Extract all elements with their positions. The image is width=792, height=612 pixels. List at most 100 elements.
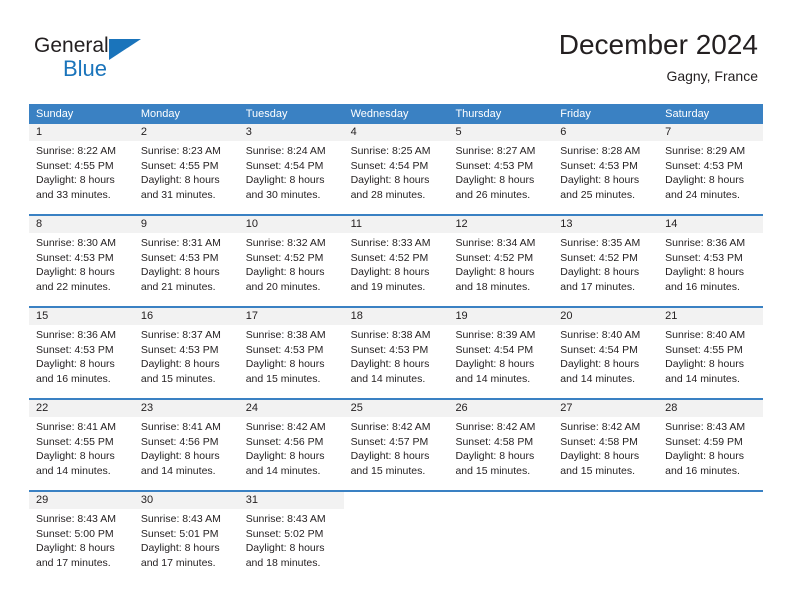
- calendar-day-cell[interactable]: 5 Sunrise: 8:27 AM Sunset: 4:53 PM Daylight…: [448, 124, 554, 207]
- sunset-time: Sunset: 4:57 PM: [350, 435, 429, 448]
- calendar-day-cell-empty: [448, 492, 554, 575]
- daylight-duration-line2: and 18 minutes.: [455, 280, 531, 293]
- day-number: 23: [140, 402, 154, 414]
- day-details: Sunrise: 8:23 AM Sunset: 4:55 PM Daylight:…: [134, 141, 239, 202]
- day-number-bar: 14: [658, 216, 764, 233]
- day-number: 25: [350, 402, 363, 414]
- daylight-duration-line2: and 15 minutes.: [140, 372, 216, 385]
- day-details: Sunrise: 8:36 AM Sunset: 4:53 PM Daylight:…: [658, 233, 763, 294]
- calendar-day-cell[interactable]: 14 Sunrise: 8:36 AM Sunset: 4:53 PM Dayligh…: [658, 216, 764, 299]
- day-number: 9: [140, 218, 147, 230]
- sunset-time: Sunset: 4:53 PM: [140, 343, 219, 356]
- day-number-bar: 25: [343, 400, 449, 417]
- daylight-duration-line2: and 15 minutes.: [455, 464, 531, 477]
- sunrise-time: Sunrise: 8:23 AM: [140, 145, 221, 157]
- calendar-day-cell[interactable]: 18 Sunrise: 8:38 AM Sunset: 4:53 PM Dayligh…: [343, 308, 449, 391]
- day-number-bar: 29: [29, 492, 134, 509]
- sunset-time: Sunset: 4:53 PM: [665, 159, 743, 172]
- daylight-duration-line2: and 14 minutes.: [455, 372, 531, 385]
- calendar-day-cell[interactable]: 7 Sunrise: 8:29 AM Sunset: 4:53 PM Daylight…: [658, 124, 764, 207]
- calendar-day-cell[interactable]: 19 Sunrise: 8:39 AM Sunset: 4:54 PM Dayligh…: [448, 308, 554, 391]
- daylight-duration-line1: Daylight: 8 hours: [350, 358, 430, 370]
- day-number-bar: 26: [448, 400, 554, 417]
- title-block: December 2024 Gagny, France: [559, 28, 758, 86]
- calendar-day-cell[interactable]: 2 Sunrise: 8:23 AM Sunset: 4:55 PM Daylight…: [133, 124, 239, 207]
- day-number-bar: 19: [448, 308, 554, 325]
- calendar-day-cell[interactable]: 12 Sunrise: 8:34 AM Sunset: 4:52 PM Dayligh…: [448, 216, 554, 299]
- calendar-day-cell[interactable]: 1 Sunrise: 8:22 AM Sunset: 4:55 PM Daylight…: [29, 124, 134, 207]
- day-number-bar: 15: [29, 308, 134, 325]
- sunset-time: Sunset: 5:02 PM: [245, 527, 324, 540]
- daylight-duration-line2: and 17 minutes.: [560, 280, 636, 293]
- calendar-day-cell[interactable]: 13 Sunrise: 8:35 AM Sunset: 4:52 PM Dayligh…: [553, 216, 659, 299]
- calendar-day-cell[interactable]: 23 Sunrise: 8:41 AM Sunset: 4:56 PM Dayligh…: [133, 400, 239, 483]
- daylight-duration-line2: and 19 minutes.: [350, 280, 426, 293]
- day-number: 14: [665, 218, 678, 230]
- calendar-day-cell[interactable]: 21 Sunrise: 8:40 AM Sunset: 4:55 PM Dayligh…: [658, 308, 764, 391]
- calendar-day-cell[interactable]: 16 Sunrise: 8:37 AM Sunset: 4:53 PM Dayligh…: [133, 308, 239, 391]
- daylight-duration-line2: and 15 minutes.: [245, 372, 321, 385]
- calendar-day-cell[interactable]: 30 Sunrise: 8:43 AM Sunset: 5:01 PM Dayligh…: [133, 492, 239, 575]
- calendar-day-cell[interactable]: 22 Sunrise: 8:41 AM Sunset: 4:55 PM Dayligh…: [29, 400, 134, 483]
- calendar-day-cell[interactable]: 17 Sunrise: 8:38 AM Sunset: 4:53 PM Dayligh…: [238, 308, 344, 391]
- sunrise-time: Sunrise: 8:30 AM: [36, 237, 116, 249]
- calendar-day-cell[interactable]: 28 Sunrise: 8:43 AM Sunset: 4:59 PM Dayligh…: [658, 400, 764, 483]
- sunrise-time: Sunrise: 8:28 AM: [560, 145, 641, 157]
- sunset-time: Sunset: 4:59 PM: [665, 435, 743, 448]
- calendar-day-cell[interactable]: 31 Sunrise: 8:43 AM Sunset: 5:02 PM Dayligh…: [238, 492, 344, 575]
- brand-logo[interactable]: General Blue: [34, 34, 244, 92]
- daylight-duration-line2: and 14 minutes.: [36, 464, 111, 477]
- sunrise-time: Sunrise: 8:42 AM: [245, 421, 326, 433]
- daylight-duration-line1: Daylight: 8 hours: [350, 174, 430, 186]
- day-details: Sunrise: 8:28 AM Sunset: 4:53 PM Daylight:…: [553, 141, 658, 202]
- calendar-day-cell[interactable]: 6 Sunrise: 8:28 AM Sunset: 4:53 PM Daylight…: [553, 124, 659, 207]
- calendar-day-cell[interactable]: 9 Sunrise: 8:31 AM Sunset: 4:53 PM Daylight…: [133, 216, 239, 299]
- daylight-duration-line1: Daylight: 8 hours: [560, 174, 640, 186]
- calendar-day-cell[interactable]: 3 Sunrise: 8:24 AM Sunset: 4:54 PM Daylight…: [238, 124, 344, 207]
- calendar-day-cell[interactable]: 24 Sunrise: 8:42 AM Sunset: 4:56 PM Dayligh…: [238, 400, 344, 483]
- daylight-duration-line2: and 26 minutes.: [455, 188, 531, 201]
- sunset-time: Sunset: 4:56 PM: [140, 435, 219, 448]
- sunrise-time: Sunrise: 8:31 AM: [140, 237, 221, 249]
- page-header: General Blue December 2024 Gagny, France: [0, 0, 792, 100]
- day-number: 6: [560, 126, 567, 138]
- sunrise-time: Sunrise: 8:34 AM: [455, 237, 536, 249]
- day-details: [553, 509, 658, 512]
- calendar-day-cell[interactable]: 8 Sunrise: 8:30 AM Sunset: 4:53 PM Daylight…: [29, 216, 134, 299]
- daylight-duration-line1: Daylight: 8 hours: [455, 358, 535, 370]
- daylight-duration-line1: Daylight: 8 hours: [140, 542, 220, 554]
- day-details: Sunrise: 8:36 AM Sunset: 4:53 PM Daylight:…: [29, 325, 134, 386]
- day-number: 30: [140, 494, 154, 506]
- sunset-time: Sunset: 4:55 PM: [665, 343, 743, 356]
- day-number: 3: [245, 126, 252, 138]
- calendar-day-cell[interactable]: 25 Sunrise: 8:42 AM Sunset: 4:57 PM Dayligh…: [343, 400, 449, 483]
- sunset-time: Sunset: 4:56 PM: [245, 435, 324, 448]
- calendar-day-cell[interactable]: 11 Sunrise: 8:33 AM Sunset: 4:52 PM Dayligh…: [343, 216, 449, 299]
- calendar-week-row: 8 Sunrise: 8:30 AM Sunset: 4:53 PM Daylight…: [29, 214, 764, 299]
- calendar-day-cell[interactable]: 27 Sunrise: 8:42 AM Sunset: 4:58 PM Dayligh…: [553, 400, 659, 483]
- sunset-time: Sunset: 4:55 PM: [36, 435, 114, 448]
- calendar-day-cell[interactable]: 10 Sunrise: 8:32 AM Sunset: 4:52 PM Dayligh…: [238, 216, 344, 299]
- calendar-day-cell[interactable]: 15 Sunrise: 8:36 AM Sunset: 4:53 PM Dayligh…: [29, 308, 134, 391]
- calendar-day-cell[interactable]: 26 Sunrise: 8:42 AM Sunset: 4:58 PM Dayligh…: [448, 400, 554, 483]
- day-details: Sunrise: 8:40 AM Sunset: 4:54 PM Daylight:…: [553, 325, 658, 386]
- day-number: 16: [140, 310, 154, 322]
- daylight-duration-line2: and 30 minutes.: [245, 188, 321, 201]
- day-number: 18: [350, 310, 363, 322]
- day-number: 31: [245, 494, 258, 506]
- calendar-day-cell[interactable]: 29 Sunrise: 8:43 AM Sunset: 5:00 PM Dayligh…: [29, 492, 134, 575]
- sunrise-time: Sunrise: 8:25 AM: [350, 145, 431, 157]
- sunrise-time: Sunrise: 8:38 AM: [245, 329, 326, 341]
- brand-name-blue: Blue: [63, 56, 108, 81]
- day-number-bar: 6: [553, 124, 659, 141]
- day-number-bar: 11: [343, 216, 449, 233]
- sunset-time: Sunset: 5:01 PM: [140, 527, 219, 540]
- sunset-time: Sunset: 4:53 PM: [36, 343, 114, 356]
- calendar-week-row: 15 Sunrise: 8:36 AM Sunset: 4:53 PM Dayligh…: [29, 306, 764, 391]
- sunset-time: Sunset: 4:52 PM: [350, 251, 429, 264]
- daylight-duration-line2: and 16 minutes.: [665, 464, 740, 477]
- calendar-day-cell[interactable]: 4 Sunrise: 8:25 AM Sunset: 4:54 PM Daylight…: [343, 124, 449, 207]
- daylight-duration-line2: and 25 minutes.: [560, 188, 636, 201]
- calendar-day-cell[interactable]: 20 Sunrise: 8:40 AM Sunset: 4:54 PM Dayligh…: [553, 308, 659, 391]
- sunset-time: Sunset: 4:52 PM: [560, 251, 638, 264]
